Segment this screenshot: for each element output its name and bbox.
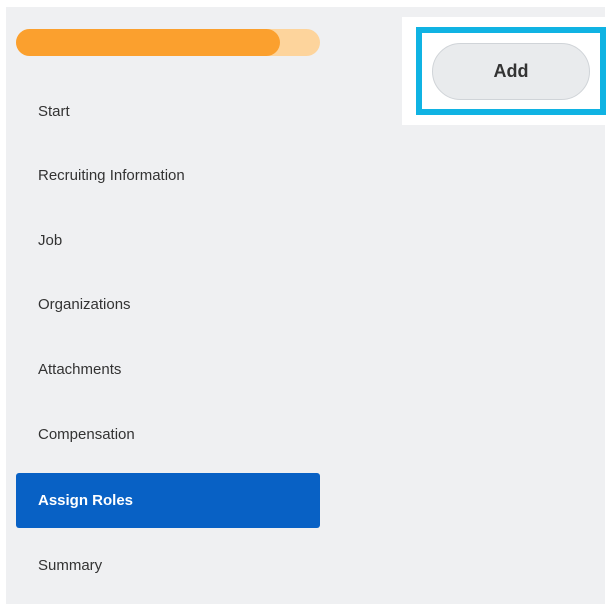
step-recruiting-information[interactable]: Recruiting Information bbox=[16, 148, 320, 203]
step-organizations[interactable]: Organizations bbox=[16, 277, 320, 332]
step-assign-roles[interactable]: Assign Roles bbox=[16, 473, 320, 528]
progress-bar-fill bbox=[16, 29, 281, 56]
step-summary[interactable]: Summary bbox=[16, 538, 320, 593]
step-start[interactable]: Start bbox=[16, 84, 320, 139]
step-attachments[interactable]: Attachments bbox=[16, 342, 320, 397]
progress-bar bbox=[16, 29, 320, 56]
step-compensation[interactable]: Compensation bbox=[16, 407, 320, 462]
step-job[interactable]: Job bbox=[16, 213, 320, 268]
add-button[interactable]: Add bbox=[432, 43, 590, 100]
